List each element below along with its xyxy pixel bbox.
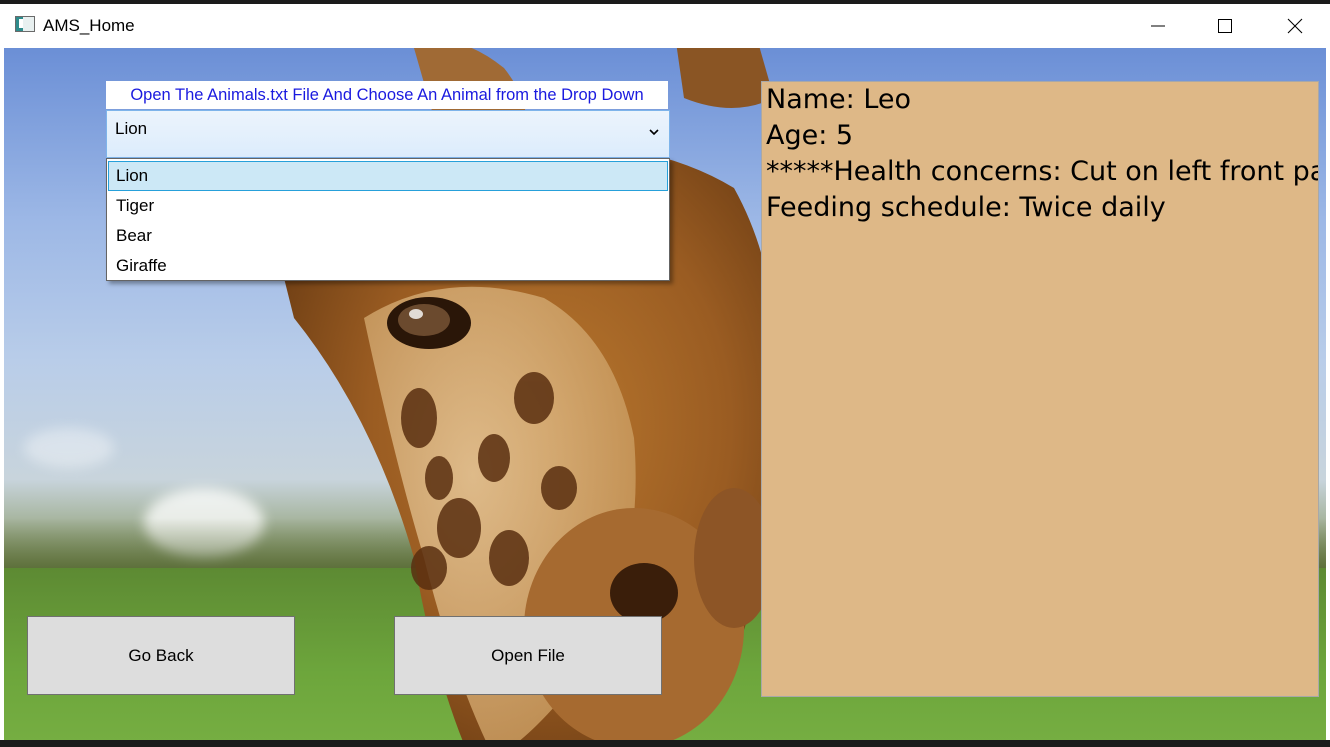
background-cloud <box>24 428 114 468</box>
window-title: AMS_Home <box>43 16 135 35</box>
dropdown-option-tiger[interactable]: Tiger <box>108 191 668 221</box>
minimize-button[interactable] <box>1123 4 1193 48</box>
details-health-line: *****Health concerns: Cut on left front … <box>766 156 1319 187</box>
app-window-icon <box>15 16 35 32</box>
instruction-label: Open The Animals.txt File And Choose An … <box>106 81 668 109</box>
chevron-down-icon[interactable] <box>647 125 661 139</box>
animal-details-textbox[interactable]: Name: Leo Age: 5 *****Health concerns: C… <box>761 81 1319 697</box>
main-form: Open The Animals.txt File And Choose An … <box>4 48 1326 744</box>
app-window: AMS_Home Open The Animals.txt File And C… <box>0 0 1330 744</box>
title-bar[interactable]: AMS_Home <box>0 4 1330 48</box>
animal-dropdown-list: Lion Tiger Bear Giraffe <box>106 158 670 281</box>
maximize-icon <box>1218 19 1232 33</box>
details-feeding-line: Feeding schedule: Twice daily <box>766 192 1166 223</box>
go-back-button[interactable]: Go Back <box>27 616 295 695</box>
animal-combobox[interactable]: Lion <box>106 110 670 158</box>
close-icon <box>1287 18 1303 34</box>
minimize-icon <box>1151 25 1165 27</box>
close-button[interactable] <box>1260 4 1330 48</box>
taskbar-edge <box>0 740 1330 747</box>
maximize-button[interactable] <box>1190 4 1260 48</box>
details-name-line: Name: Leo <box>766 84 912 115</box>
combobox-selected-value: Lion <box>115 119 148 138</box>
open-file-button[interactable]: Open File <box>394 616 662 695</box>
dropdown-option-bear[interactable]: Bear <box>108 221 668 251</box>
dropdown-option-giraffe[interactable]: Giraffe <box>108 251 668 281</box>
details-age-line: Age: 5 <box>766 120 854 151</box>
dropdown-option-lion[interactable]: Lion <box>108 161 668 191</box>
